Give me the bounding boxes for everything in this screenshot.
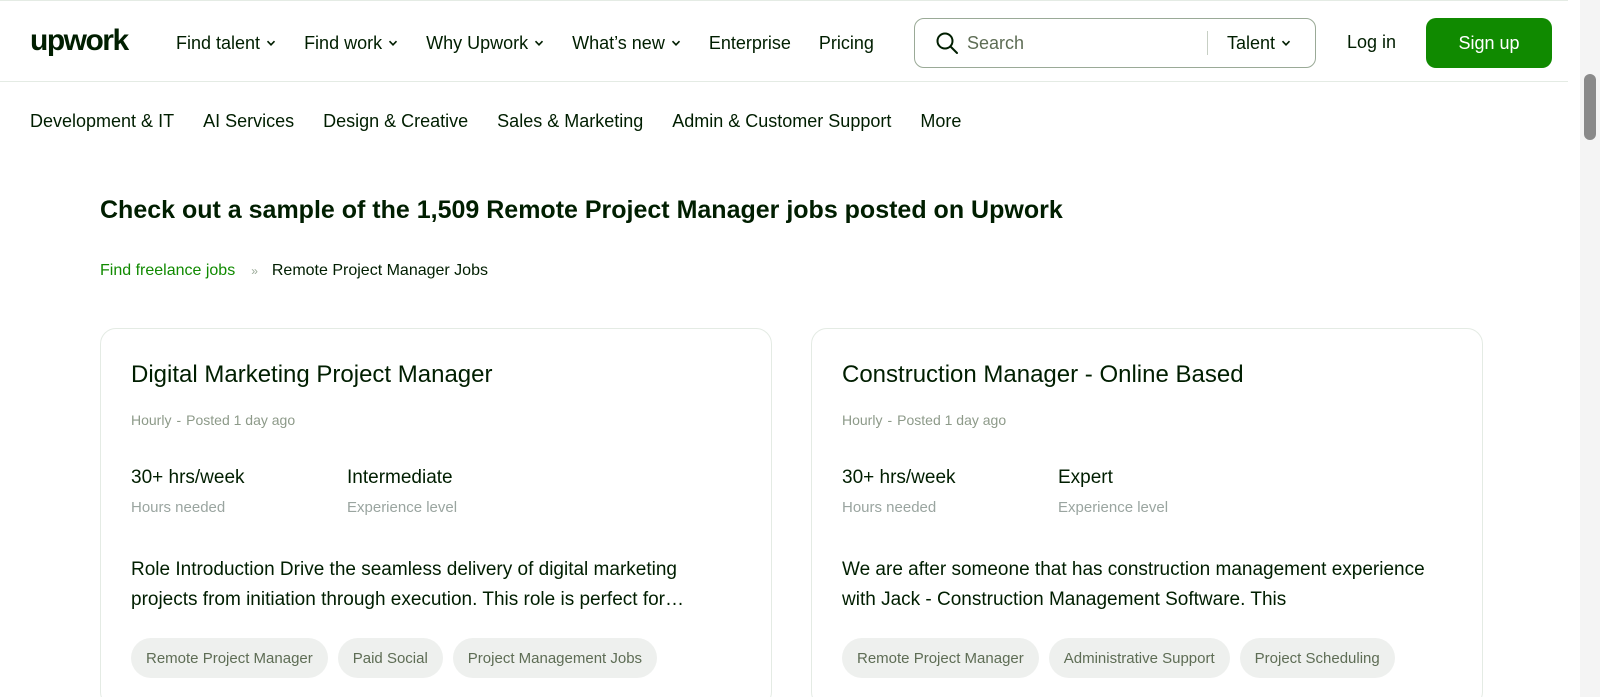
nav-label: Find work [304, 33, 383, 53]
nav-label: Find talent [176, 33, 261, 53]
search-divider [1207, 31, 1208, 55]
experience-value: Intermediate [347, 467, 453, 488]
job-description: Role Introduction Drive the seamless del… [131, 559, 685, 609]
skill-tag[interactable]: Remote Project Manager [842, 638, 1039, 678]
experience-value: Expert [1058, 467, 1113, 488]
skill-tag[interactable]: Paid Social [337, 638, 443, 678]
nav-label: What’s new [572, 33, 665, 53]
nav-find-work[interactable]: Find work [304, 31, 398, 55]
skill-tags: Remote Project Manager Administrative Su… [842, 638, 1405, 678]
upwork-logo[interactable]: upwork [30, 23, 129, 59]
hours-label: Hours needed [842, 499, 937, 516]
category-development-it[interactable]: Development & IT [30, 111, 174, 132]
job-title[interactable]: Digital Marketing Project Manager [131, 361, 493, 389]
nav-whats-new[interactable]: What’s new [572, 31, 681, 55]
job-meta: Hourly - Posted 1 day ago [131, 412, 296, 428]
hours-value: 30+ hrs/week [131, 467, 245, 488]
job-posted: Posted 1 day ago [897, 412, 1007, 428]
main-nav: Find talent Find work Why Upwork What’s … [176, 31, 902, 55]
hours-stat: 30+ hrs/week Hours needed [842, 467, 956, 516]
category-nav: Development & IT AI Services Design & Cr… [30, 111, 990, 132]
top-navigation: upwork Find talent Find work Why Upwork … [0, 0, 1568, 82]
nav-find-talent[interactable]: Find talent [176, 31, 276, 55]
chevron-down-icon [388, 38, 398, 48]
job-type: Hourly [131, 412, 172, 428]
nav-label: Pricing [818, 33, 874, 53]
skill-tag[interactable]: Project Management Jobs [452, 638, 658, 678]
hours-stat: 30+ hrs/week Hours needed [131, 467, 245, 516]
job-meta: Hourly - Posted 1 day ago [842, 412, 1007, 428]
hours-label: Hours needed [131, 499, 226, 516]
chevron-down-icon [1281, 38, 1291, 48]
chevron-down-icon [671, 38, 681, 48]
breadcrumb-link-find-jobs[interactable]: Find freelance jobs [100, 262, 235, 280]
nav-enterprise[interactable]: Enterprise [709, 31, 791, 55]
category-sales-marketing[interactable]: Sales & Marketing [497, 111, 643, 132]
breadcrumb: Find freelance jobs » Remote Project Man… [100, 262, 488, 280]
job-posted: Posted 1 day ago [186, 412, 296, 428]
chevron-down-icon [266, 38, 276, 48]
search-bar: Talent [914, 18, 1316, 68]
nav-pricing[interactable]: Pricing [819, 31, 874, 55]
nav-label: Why Upwork [426, 33, 529, 53]
signup-button[interactable]: Sign up [1426, 18, 1552, 68]
category-ai-services[interactable]: AI Services [203, 111, 294, 132]
nav-why-upwork[interactable]: Why Upwork [426, 31, 544, 55]
job-card[interactable]: Construction Manager - Online Based Hour… [811, 328, 1483, 697]
job-title[interactable]: Construction Manager - Online Based [842, 361, 1244, 389]
chevron-down-icon [534, 38, 544, 48]
category-design-creative[interactable]: Design & Creative [323, 111, 468, 132]
login-link[interactable]: Log in [1347, 32, 1396, 53]
experience-label: Experience level [347, 499, 458, 516]
experience-label: Experience level [1058, 499, 1169, 516]
experience-stat: Expert Experience level [1058, 467, 1168, 516]
experience-stat: Intermediate Experience level [347, 467, 457, 516]
search-icon[interactable] [935, 31, 959, 55]
category-more[interactable]: More [920, 111, 961, 132]
skill-tag[interactable]: Remote Project Manager [131, 638, 328, 678]
skill-tags: Remote Project Manager Paid Social Proje… [131, 638, 667, 678]
hours-value: 30+ hrs/week [842, 467, 956, 488]
search-type-dropdown[interactable]: Talent [1227, 33, 1291, 54]
category-admin-support[interactable]: Admin & Customer Support [672, 111, 891, 132]
nav-label: Enterprise [708, 33, 791, 53]
page-title: Check out a sample of the 1,509 Remote P… [100, 196, 1063, 224]
job-card[interactable]: Digital Marketing Project Manager Hourly… [100, 328, 772, 697]
skill-tag[interactable]: Project Scheduling [1239, 638, 1395, 678]
search-input[interactable] [967, 32, 1207, 54]
job-description: We are after someone that has constructi… [842, 559, 1425, 609]
breadcrumb-separator: » [251, 264, 258, 278]
search-type-label: Talent [1227, 32, 1276, 53]
job-type: Hourly [842, 412, 883, 428]
skill-tag[interactable]: Administrative Support [1048, 638, 1230, 678]
breadcrumb-current: Remote Project Manager Jobs [271, 262, 488, 279]
scrollbar-thumb[interactable] [1584, 74, 1596, 140]
